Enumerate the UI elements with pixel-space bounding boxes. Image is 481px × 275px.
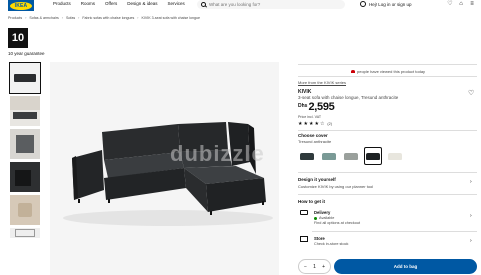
swatch-option[interactable] (320, 147, 338, 165)
cover-value: Tresund anthracite (298, 139, 332, 144)
cart-icon[interactable]: ⌂ (458, 1, 464, 7)
store-icon (300, 236, 308, 242)
store-label[interactable]: Store (314, 236, 325, 241)
available-dot-icon (314, 216, 317, 220)
thumbnail-list (9, 62, 41, 238)
divider (298, 76, 477, 77)
site-header: IKEA Products Rooms Offers Design & idea… (0, 0, 481, 12)
star-icon: ★ (308, 121, 314, 127)
star-icon: ★ (314, 121, 319, 127)
star-empty-icon: ☆ (319, 121, 325, 127)
flame-icon (351, 70, 355, 73)
nav-rooms[interactable]: Rooms (81, 1, 95, 6)
login-link[interactable]: Hej! Log in or sign up (360, 1, 412, 7)
breadcrumb-item[interactable]: Products (8, 16, 22, 20)
nav-design-ideas[interactable]: Design & ideas (127, 1, 157, 6)
series-link[interactable]: More from the KIVIK series (298, 80, 346, 85)
search-input[interactable] (209, 2, 329, 7)
menu-icon[interactable]: ≡ (469, 1, 475, 7)
price-amount: 2,595 (308, 101, 335, 113)
nav-services[interactable]: Services (167, 1, 184, 6)
product-image[interactable]: dubizzle (50, 62, 279, 275)
swatch-option[interactable] (386, 147, 404, 165)
arrow-right-icon[interactable]: › (470, 213, 472, 219)
breadcrumb-item[interactable]: Sofas & armchairs (29, 16, 58, 20)
heart-icon[interactable]: ♡ (447, 1, 453, 7)
breadcrumb: Products › Sofas & armchairs › Sofas › Fabr… (8, 16, 201, 20)
product-description: 3-seat sofa with chaise longue, Tresund … (298, 95, 399, 100)
price-currency: Dhs (298, 103, 308, 109)
thumbnail-6[interactable] (10, 228, 40, 238)
search-icon (201, 2, 206, 7)
login-label: Hej! Log in or sign up (369, 1, 412, 7)
header-icons: ♡ ⌂ ≡ (447, 1, 475, 7)
main-nav: Products Rooms Offers Design & ideas Ser… (53, 1, 185, 6)
cover-label: Choose cover (298, 133, 328, 138)
truck-icon (300, 210, 308, 215)
design-title[interactable]: Design it yourself (298, 177, 336, 182)
divider (298, 194, 477, 195)
star-icon: ★ (303, 121, 308, 127)
increase-button[interactable]: + (322, 264, 325, 270)
rating-count: (2) (327, 122, 333, 126)
decrease-button[interactable]: − (304, 264, 307, 270)
quantity-value: 1 (313, 263, 316, 270)
product-price: Dhs 2,595 (298, 101, 335, 113)
find-options: Find all options at checkout (314, 221, 361, 225)
price-note: Price incl. VAT (298, 115, 322, 119)
arrow-right-icon[interactable]: › (470, 179, 472, 185)
thumbnail-2[interactable] (10, 96, 40, 126)
nav-products[interactable]: Products (53, 1, 71, 6)
nav-offers[interactable]: Offers (105, 1, 117, 6)
divider (298, 130, 477, 131)
thumbnail-3[interactable] (10, 129, 40, 159)
swatch-option[interactable] (342, 147, 360, 165)
swatch-option-selected[interactable] (364, 147, 382, 165)
viewed-note: people have viewed this product today (351, 69, 425, 74)
star-icon: ★ (298, 121, 303, 127)
how-to-get-title: How to get it (298, 199, 325, 204)
thumbnail-5[interactable] (10, 195, 40, 225)
user-icon (360, 1, 366, 7)
guarantee-badge: 10 (8, 28, 28, 48)
swatch-option[interactable] (298, 147, 316, 165)
cover-swatches (298, 147, 404, 165)
arrow-right-icon[interactable]: › (470, 238, 472, 244)
divider (298, 64, 477, 65)
delivery-label[interactable]: Delivery (314, 210, 330, 215)
breadcrumb-item[interactable]: Fabric sofas with chaise longues (82, 16, 134, 20)
guarantee-label: 10 year guarantee (8, 51, 45, 56)
thumbnail-4[interactable] (10, 162, 40, 192)
quantity-stepper[interactable]: − 1 + (298, 259, 331, 274)
rating[interactable]: ★ ★ ★ ★ ☆ (2) (298, 122, 332, 127)
favorite-heart-icon[interactable]: ♡ (468, 90, 474, 97)
divider (298, 172, 477, 173)
add-to-bag-button[interactable]: Add to bag (334, 259, 477, 274)
store-stock: Check in-store stock (314, 242, 349, 246)
sofa-illustration (63, 122, 273, 226)
search-bar[interactable] (197, 0, 345, 9)
breadcrumb-item[interactable]: KIVIK 3-seat sofa with chaise longue (142, 16, 201, 20)
divider (312, 231, 477, 232)
thumbnail-1[interactable] (9, 62, 41, 94)
breadcrumb-item[interactable]: Sofas (66, 16, 75, 20)
watermark: dubizzle (170, 141, 265, 166)
ikea-logo[interactable]: IKEA (8, 0, 34, 11)
design-subtitle: Customize KIVIK by using our planner too… (298, 184, 374, 189)
delivery-availability: Available (314, 216, 334, 220)
